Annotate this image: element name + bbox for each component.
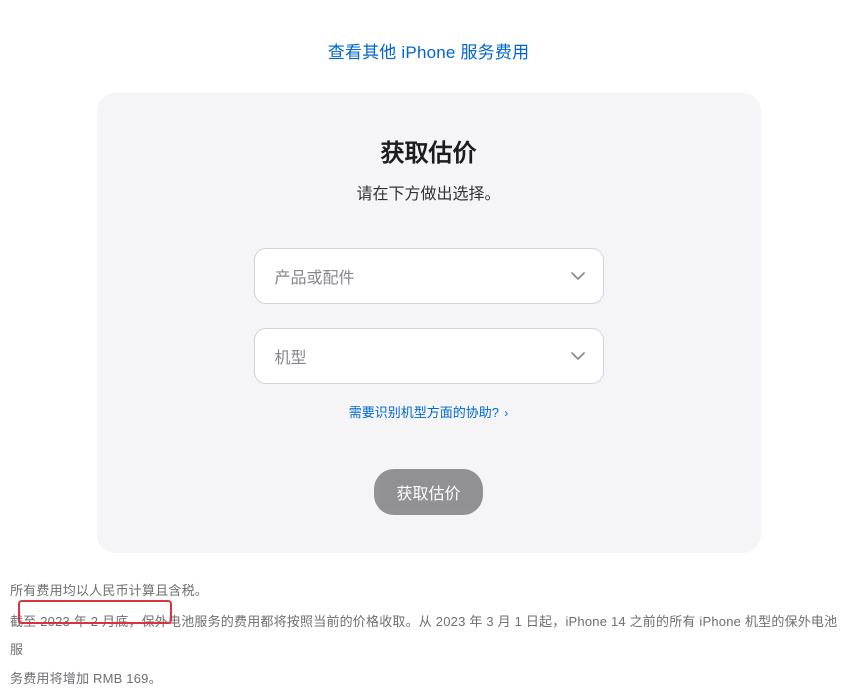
estimate-card: 获取估价 请在下方做出选择。 产品或配件 机型 需要识别机型方面的协助? › xyxy=(97,93,761,553)
get-estimate-button[interactable]: 获取估价 xyxy=(374,469,482,515)
card-title: 获取估价 xyxy=(97,133,761,168)
other-service-fees-link[interactable]: 查看其他 iPhone 服务费用 xyxy=(328,43,530,62)
product-select-wrap: 产品或配件 xyxy=(254,248,604,304)
identify-model-help-link[interactable]: 需要识别机型方面的协助? › xyxy=(349,405,509,420)
chevron-down-icon xyxy=(571,267,585,285)
help-link-label: 需要识别机型方面的协助? xyxy=(349,405,499,420)
model-select[interactable]: 机型 xyxy=(254,328,604,384)
card-subtitle: 请在下方做出选择。 xyxy=(97,180,761,204)
model-select-wrap: 机型 xyxy=(254,328,604,384)
model-select-placeholder: 机型 xyxy=(275,344,307,368)
footnote-1: 所有费用均以人民币计算且含税。 xyxy=(10,577,847,606)
chevron-right-icon: › xyxy=(501,406,508,420)
footnote-2: 截至 2023 年 2 月底，保外电池服务的费用都将按照当前的价格收取。从 20… xyxy=(10,608,847,693)
footnotes: 所有费用均以人民币计算且含税。 截至 2023 年 2 月底，保外电池服务的费用… xyxy=(0,553,857,693)
top-link-row: 查看其他 iPhone 服务费用 xyxy=(0,0,857,93)
help-link-row: 需要识别机型方面的协助? › xyxy=(97,402,761,421)
product-select-placeholder: 产品或配件 xyxy=(275,264,355,288)
footnote-2b: 务费用将增加 RMB 169。 xyxy=(10,671,162,686)
chevron-down-icon xyxy=(571,347,585,365)
product-select[interactable]: 产品或配件 xyxy=(254,248,604,304)
footnote-2a: 截至 2023 年 2 月底，保外电池服务的费用都将按照当前的价格收取。从 20… xyxy=(10,614,837,658)
